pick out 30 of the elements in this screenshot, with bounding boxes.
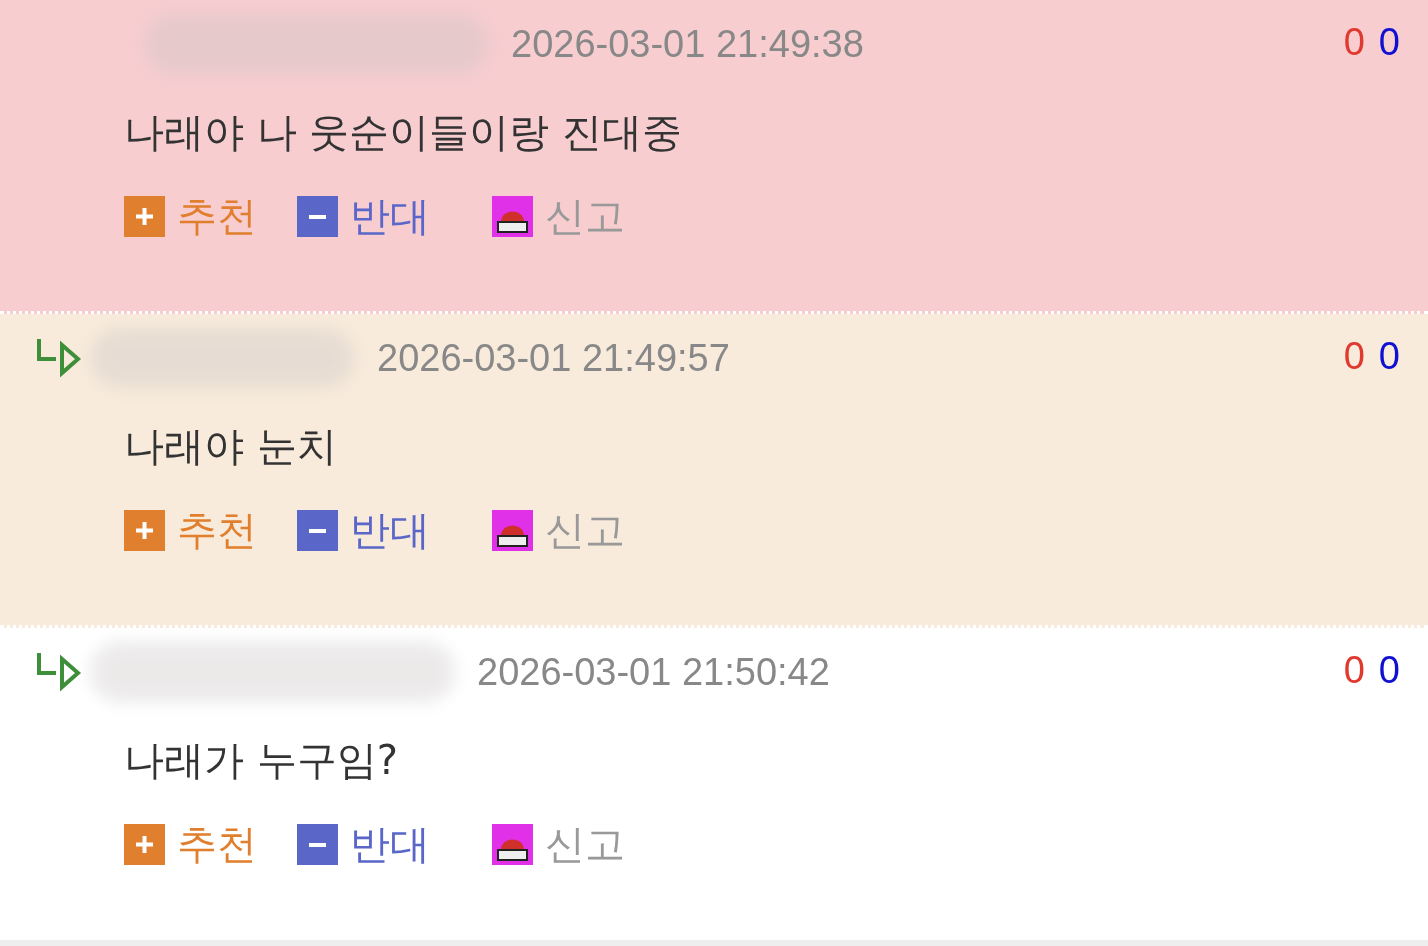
downvote-count: 0 xyxy=(1378,334,1400,379)
minus-icon xyxy=(297,509,338,551)
siren-icon xyxy=(492,195,533,237)
upvote-count: 0 xyxy=(1343,334,1365,379)
recommend-button[interactable]: 추천 xyxy=(124,192,257,240)
comment-timestamp: 2026-03-01 21:49:57 xyxy=(377,335,730,381)
report-button[interactable]: 신고 xyxy=(492,820,625,868)
upvote-count: 0 xyxy=(1343,20,1365,65)
comment-text: 나래가 누구임? xyxy=(123,736,399,784)
comment-timestamp: 2026-03-01 21:49:38 xyxy=(511,21,864,67)
report-button[interactable]: 신고 xyxy=(492,506,625,554)
siren-icon xyxy=(492,823,533,865)
recommend-button[interactable]: 추천 xyxy=(124,506,257,554)
oppose-button[interactable]: 반대 xyxy=(297,506,430,554)
plus-icon xyxy=(124,195,165,237)
comment-timestamp: 2026-03-01 21:50:42 xyxy=(477,649,830,695)
minus-icon xyxy=(297,823,338,865)
plus-icon xyxy=(124,823,165,865)
oppose-button[interactable]: 반대 xyxy=(297,820,430,868)
upvote-count: 0 xyxy=(1343,648,1365,693)
oppose-button[interactable]: 반대 xyxy=(297,192,430,240)
minus-icon xyxy=(297,195,338,237)
comment-text: 나래야 나 웃순이들이랑 진대중 xyxy=(123,108,684,156)
report-button[interactable]: 신고 xyxy=(492,192,625,240)
downvote-count: 0 xyxy=(1378,648,1400,693)
plus-icon xyxy=(124,509,165,551)
downvote-count: 0 xyxy=(1378,20,1400,65)
siren-icon xyxy=(492,509,533,551)
recommend-button[interactable]: 추천 xyxy=(124,820,257,868)
comment-text: 나래야 눈치 xyxy=(123,422,338,470)
